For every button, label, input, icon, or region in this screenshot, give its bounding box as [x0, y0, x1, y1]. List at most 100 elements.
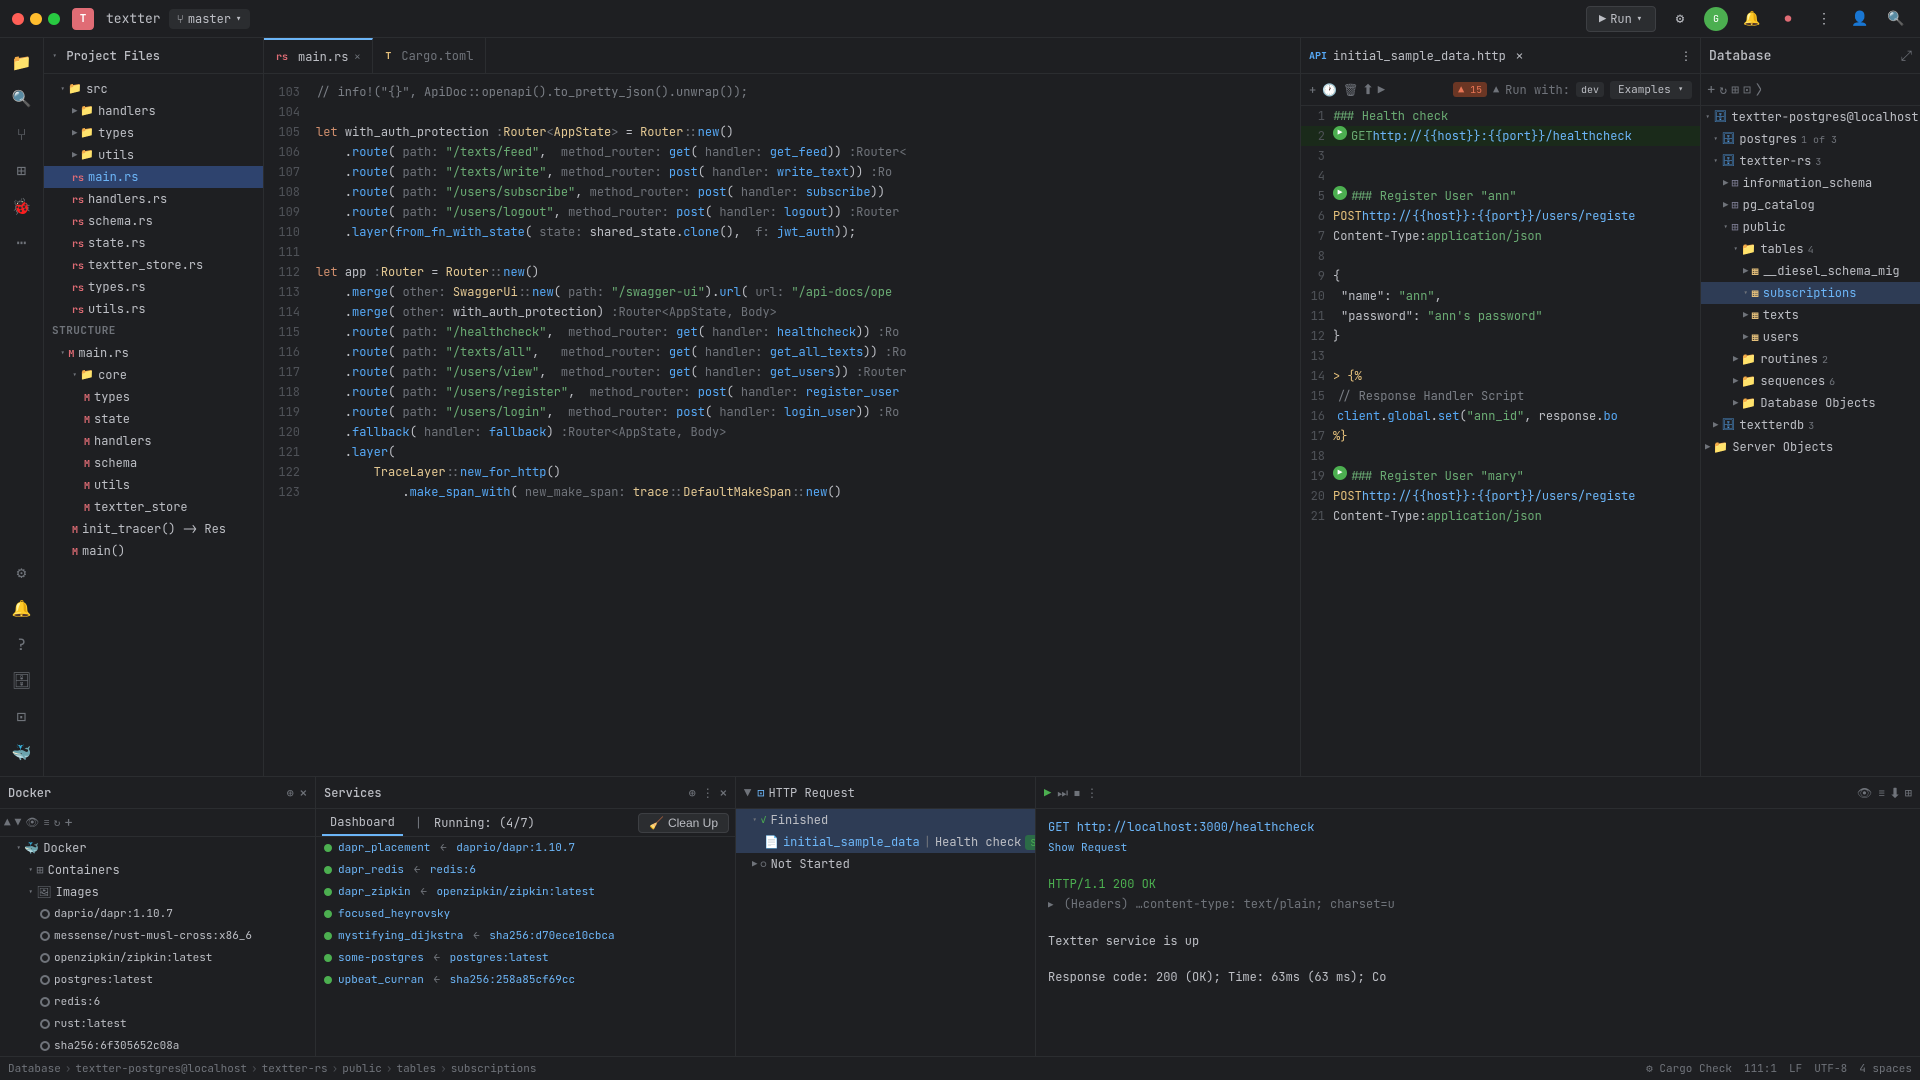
breadcrumb-database[interactable]: Database — [8, 1062, 61, 1076]
close-button[interactable] — [12, 13, 24, 25]
sidebar-item-git[interactable]: ⑂ — [6, 118, 38, 150]
db-server[interactable]: ▾ 🗄 textter-postgres@localhost 3 — [1701, 106, 1920, 128]
http-chevron-up-icon[interactable]: ▼ — [744, 785, 751, 801]
db-information-schema[interactable]: ▶ ⊞ information_schema — [1701, 172, 1920, 194]
record-icon[interactable]: ⏺ — [1776, 7, 1800, 31]
sidebar-item-help[interactable]: ? — [6, 628, 38, 660]
tree-item-main-rs[interactable]: rs main.rs — [44, 166, 263, 188]
search-icon[interactable]: 🔍 — [1884, 7, 1908, 31]
tree-item-struct-main-rs[interactable]: ▾ M main.rs — [44, 342, 263, 364]
tree-item-state-rs[interactable]: rs state.rs — [44, 232, 263, 254]
docker-container-item[interactable]: openzipkin/zipkin:latest — [0, 947, 315, 969]
db-textter-rs[interactable]: ▾ 🗄 textter-rs 3 — [1701, 150, 1920, 172]
format-icon[interactable]: ⬇ — [1891, 785, 1898, 801]
db-pg-catalog[interactable]: ▶ ⊞ pg_catalog — [1701, 194, 1920, 216]
db-texts[interactable]: ▶ ▦ texts — [1701, 304, 1920, 326]
sidebar-item-notifications[interactable]: 🔔 — [6, 592, 38, 624]
sidebar-item-extensions[interactable]: ⊞ — [6, 154, 38, 186]
more-icon[interactable]: ⋮ — [1086, 785, 1098, 801]
services-close-icon[interactable]: ✕ — [720, 785, 727, 801]
tree-item-handlers-rs[interactable]: rs handlers.rs — [44, 188, 263, 210]
db-copy-icon[interactable]: ⊞ — [1731, 81, 1739, 98]
docker-container-root[interactable]: ▾ 🐳 Docker — [0, 837, 315, 859]
db-sequences[interactable]: ▶ 📁 sequences 6 — [1701, 370, 1920, 392]
tab-dashboard[interactable]: Dashboard — [322, 810, 403, 836]
services-more-icon[interactable]: ⋮ — [702, 785, 714, 801]
tree-item-schema-rs[interactable]: rs schema.rs — [44, 210, 263, 232]
service-mystifying-dijkstra[interactable]: mystifying_dijkstra ← sha256:d70ece10cbc… — [316, 925, 735, 947]
tree-item-handlers[interactable]: ▶ 📁 handlers — [44, 100, 263, 122]
db-subscriptions[interactable]: ▾ ▦ subscriptions — [1701, 282, 1920, 304]
db-public[interactable]: ▾ ⊞ public — [1701, 216, 1920, 238]
tree-item-utils-rs[interactable]: rs utils.rs — [44, 298, 263, 320]
docker-chevron-up-icon[interactable]: ▲ — [4, 816, 11, 830]
run-request-19-icon[interactable]: ▶ — [1333, 466, 1347, 480]
chevron-up-icon[interactable]: ▲ — [1493, 83, 1499, 96]
db-add-icon[interactable]: + — [1707, 81, 1715, 99]
tab-cargo-toml[interactable]: T Cargo.toml — [373, 38, 486, 73]
play-icon[interactable]: ▶ — [1044, 785, 1051, 801]
docker-container-item[interactable]: redis:6 — [0, 991, 315, 1013]
cargo-check-label[interactable]: ⚙ Cargo Check — [1646, 1062, 1732, 1076]
tree-item-types[interactable]: ▶ 📁 types — [44, 122, 263, 144]
clean-up-button[interactable]: 🧹 Clean Up — [638, 813, 729, 833]
db-tables[interactable]: ▾ 📁 tables 4 — [1701, 238, 1920, 260]
play-icon[interactable]: ▶ — [1378, 82, 1385, 98]
docker-container-item[interactable]: sha256:6f305652c08a — [0, 1035, 315, 1056]
docker-images-item[interactable]: ▾ 🖼 Images — [0, 881, 315, 903]
encoding-label[interactable]: UTF-8 — [1814, 1062, 1847, 1076]
add-icon[interactable]: + — [1309, 82, 1316, 98]
breadcrumb-subscriptions[interactable]: subscriptions — [451, 1062, 537, 1076]
env-badge[interactable]: dev — [1576, 82, 1604, 97]
indent-label[interactable]: 4 spaces — [1859, 1062, 1912, 1076]
breadcrumb-public[interactable]: public — [342, 1062, 382, 1076]
sidebar-item-more[interactable]: ⋯ — [6, 226, 38, 258]
code-content[interactable]: // info!("{}", ApiDoc::openapi().to_pret… — [308, 74, 1300, 776]
service-dapr-placement[interactable]: dapr_placement ← daprio/dapr:1.10.7 — [316, 837, 735, 859]
sidebar-item-folder[interactable]: 📁 — [6, 46, 38, 78]
service-dapr-redis[interactable]: dapr_redis ← redis:6 — [316, 859, 735, 881]
run-button[interactable]: ▶ Run ▾ — [1586, 6, 1656, 32]
service-some-postgres[interactable]: some-postgres ← postgres:latest — [316, 947, 735, 969]
tree-item-struct-utils[interactable]: M utils — [44, 474, 263, 496]
more-icon[interactable]: ⋮ — [1680, 48, 1692, 64]
db-panel-maximize-icon[interactable]: ⤢ — [1901, 47, 1912, 65]
breadcrumb-textter-rs[interactable]: textter-rs — [262, 1062, 328, 1076]
db-refresh-icon[interactable]: ↻ — [1719, 81, 1727, 98]
service-focused-heyrovsky[interactable]: focused_heyrovsky — [316, 903, 735, 925]
service-dapr-zipkin[interactable]: dapr_zipkin ← openzipkin/zipkin:latest — [316, 881, 735, 903]
step-over-icon[interactable]: ⏭ — [1057, 785, 1068, 801]
line-ending-label[interactable]: LF — [1789, 1062, 1802, 1076]
db-users[interactable]: ▶ ▦ users — [1701, 326, 1920, 348]
tab-close-icon[interactable]: ✕ — [354, 50, 360, 63]
export-icon[interactable]: ⬆ — [1364, 82, 1371, 98]
http-not-started-item[interactable]: ▶ ○ Not Started — [736, 853, 1035, 875]
tree-item-utils[interactable]: ▶ 📁 utils — [44, 144, 263, 166]
tree-item-init-tracer[interactable]: M init_tracer() -> Res — [44, 518, 263, 540]
services-tool-icon[interactable]: ⊕ — [689, 785, 696, 801]
sidebar-item-docker[interactable]: 🐳 — [6, 736, 38, 768]
db-postgres[interactable]: ▾ 🗄 postgres 1 of 3 — [1701, 128, 1920, 150]
docker-container-item[interactable]: messense/rust-musl-cross:x86_6 — [0, 925, 315, 947]
eye-icon[interactable]: 👁 — [1857, 785, 1872, 801]
docker-container-item[interactable]: rust:latest — [0, 1013, 315, 1035]
stop-icon[interactable]: ⏹ — [1074, 785, 1080, 801]
docker-containers-item[interactable]: ▾ ⊞ Containers — [0, 859, 315, 881]
branch-selector[interactable]: ⑂ master ▾ — [169, 9, 251, 29]
clock-icon[interactable]: 🕐 — [1322, 82, 1337, 98]
user-icon[interactable]: 👤 — [1848, 7, 1872, 31]
tree-item-struct-state[interactable]: M state — [44, 408, 263, 430]
service-upbeat-curran[interactable]: upbeat_curran ← sha256:258a85cf69cc — [316, 969, 735, 991]
docker-filter-icon[interactable]: ≡ — [43, 816, 50, 830]
breadcrumb-tables[interactable]: tables — [396, 1062, 436, 1076]
tab-main-rs[interactable]: rs main.rs ✕ — [264, 38, 373, 73]
position-label[interactable]: 111:1 — [1744, 1062, 1777, 1076]
tree-item-struct-textter-store[interactable]: M textter_store — [44, 496, 263, 518]
run-request-icon[interactable]: ▶ — [1333, 126, 1347, 140]
tree-item-types-rs[interactable]: rs types.rs — [44, 276, 263, 298]
sidebar-item-debug[interactable]: 🐞 — [6, 190, 38, 222]
db-filter-icon[interactable]: ⊡ — [1743, 81, 1751, 98]
http-finished-item[interactable]: ▾ ✓ Finished — [736, 809, 1035, 831]
tree-item-textter-store-rs[interactable]: rs textter_store.rs — [44, 254, 263, 276]
docker-container-item[interactable]: postgres:latest — [0, 969, 315, 991]
